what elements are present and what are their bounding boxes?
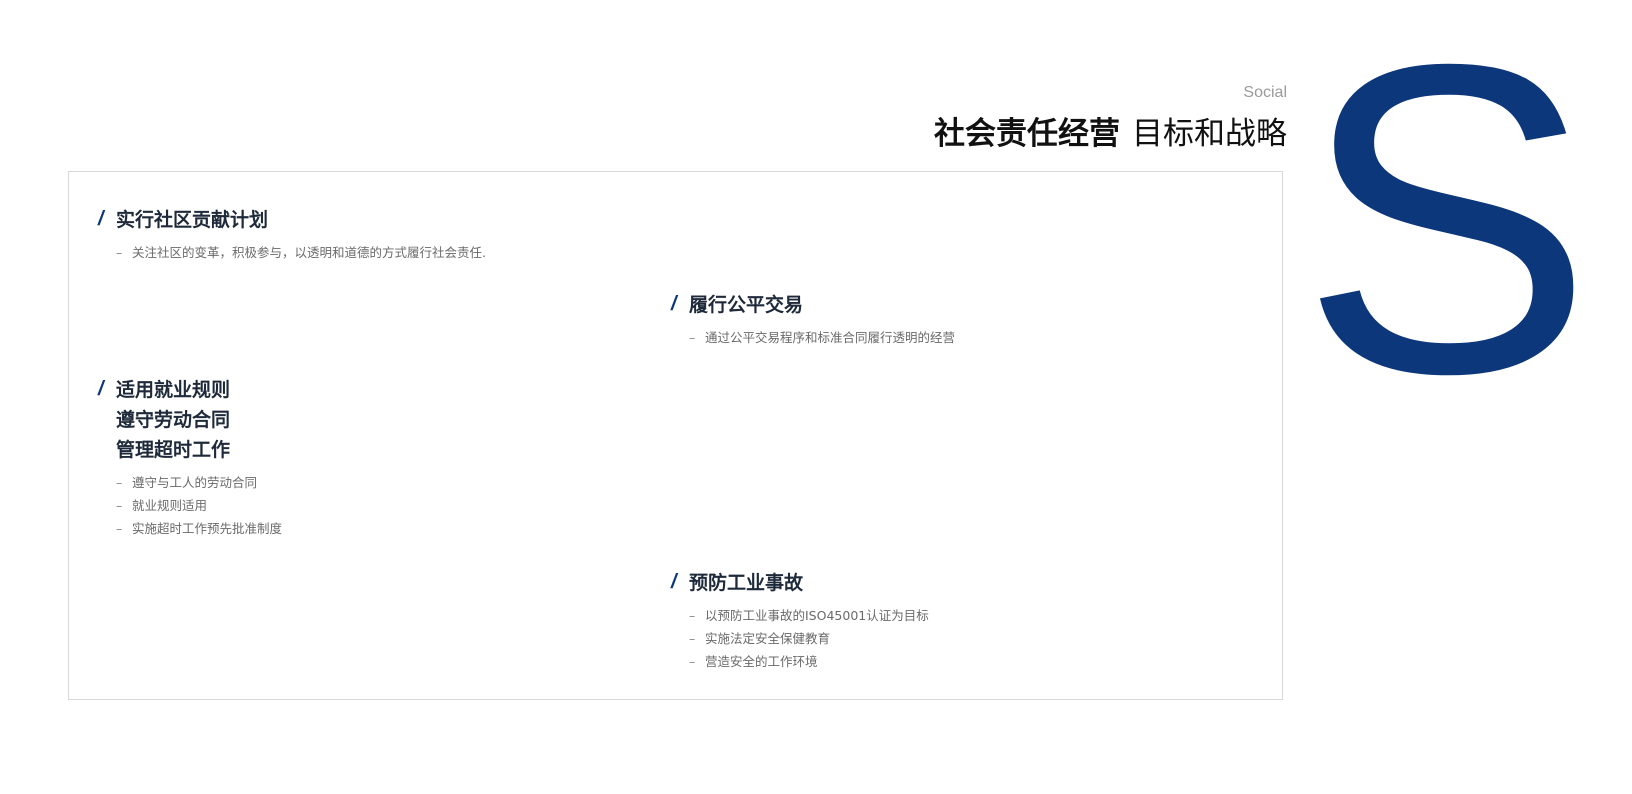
block-title-line: 履行公平交易 [689, 294, 804, 316]
page-title: 社会责任经营 目标和战略 [934, 108, 1287, 153]
block-fair-trade: / 履行公平交易 – 通过公平交易程序和标准合同履行透明的经营 [671, 290, 955, 349]
bullet-text: 通过公平交易程序和标准合同履行透明的经营 [705, 330, 956, 345]
block-accident-prevention: / 预防工业事故 – 以预防工业事故的ISO45001认证为目标 – 实施法定安全保… [671, 568, 929, 673]
block-title: / 适用就业规则 遵守劳动合同 管理超时工作 [98, 375, 282, 465]
dash-icon: – [116, 521, 123, 536]
dash-icon: – [116, 245, 123, 260]
big-letter-decoration: S [1300, 0, 1594, 465]
page-title-bold: 社会责任经营 [934, 116, 1120, 152]
content-panel: / 实行社区贡献计划 – 关注社区的变革，积极参与，以透明和道德的方式履行社会责任… [68, 171, 1283, 700]
bullet-item: – 就业规则适用 [116, 494, 282, 517]
bullet-item: – 关注社区的变革，积极参与，以透明和道德的方式履行社会责任. [116, 241, 486, 264]
page-title-light: 目标和战略 [1132, 116, 1287, 152]
slash-icon: / [671, 571, 677, 593]
bullet-item: – 实施超时工作预先批准制度 [116, 517, 282, 540]
dash-icon: – [116, 475, 123, 490]
block-title-line: 实行社区贡献计划 [116, 209, 269, 231]
bullet-item: – 以预防工业事故的ISO45001认证为目标 [689, 604, 929, 627]
block-title-line: 适用就业规则 [116, 379, 231, 401]
bullet-text: 实施超时工作预先批准制度 [132, 521, 283, 536]
bullet-item: – 实施法定安全保健教育 [689, 627, 929, 650]
block-employment-rules: / 适用就业规则 遵守劳动合同 管理超时工作 – 遵守与工人的劳动合同 – 就业规则… [98, 375, 282, 540]
bullet-text: 实施法定安全保健教育 [705, 631, 831, 646]
bullet-text: 营造安全的工作环境 [705, 654, 818, 669]
block-title-line: 遵守劳动合同 [116, 409, 231, 431]
block-community-contribution: / 实行社区贡献计划 – 关注社区的变革，积极参与，以透明和道德的方式履行社会责任… [98, 205, 486, 264]
bullet-list: – 遵守与工人的劳动合同 – 就业规则适用 – 实施超时工作预先批准制度 [98, 471, 282, 540]
block-title: / 履行公平交易 [671, 290, 955, 320]
dash-icon: – [689, 654, 696, 669]
bullet-text: 就业规则适用 [132, 498, 208, 513]
dash-icon: – [689, 330, 696, 345]
page: Social 社会责任经营 目标和战略 S / 实行社区贡献计划 – 关注社区的变革… [0, 0, 1632, 794]
header-subtitle: Social [1243, 84, 1287, 101]
slash-icon: / [671, 293, 677, 315]
block-title-line: 预防工业事故 [689, 572, 804, 594]
dash-icon: – [689, 631, 696, 646]
bullet-list: – 以预防工业事故的ISO45001认证为目标 – 实施法定安全保健教育 – 营造安全… [671, 604, 929, 673]
slash-icon: / [98, 378, 104, 400]
bullet-text: 遵守与工人的劳动合同 [132, 475, 258, 490]
block-title: / 预防工业事故 [671, 568, 929, 598]
dash-icon: – [689, 608, 696, 623]
bullet-item: – 营造安全的工作环境 [689, 650, 929, 673]
bullet-list: – 通过公平交易程序和标准合同履行透明的经营 [671, 326, 955, 349]
bullet-text: 关注社区的变革，积极参与，以透明和道德的方式履行社会责任. [132, 245, 486, 260]
bullet-list: – 关注社区的变革，积极参与，以透明和道德的方式履行社会责任. [98, 241, 486, 264]
dash-icon: – [116, 498, 123, 513]
bullet-item: – 通过公平交易程序和标准合同履行透明的经营 [689, 326, 955, 349]
bullet-item: – 遵守与工人的劳动合同 [116, 471, 282, 494]
slash-icon: / [98, 208, 104, 230]
block-title: / 实行社区贡献计划 [98, 205, 486, 235]
bullet-text: 以预防工业事故的ISO45001认证为目标 [705, 608, 929, 623]
block-title-line: 管理超时工作 [116, 439, 231, 461]
